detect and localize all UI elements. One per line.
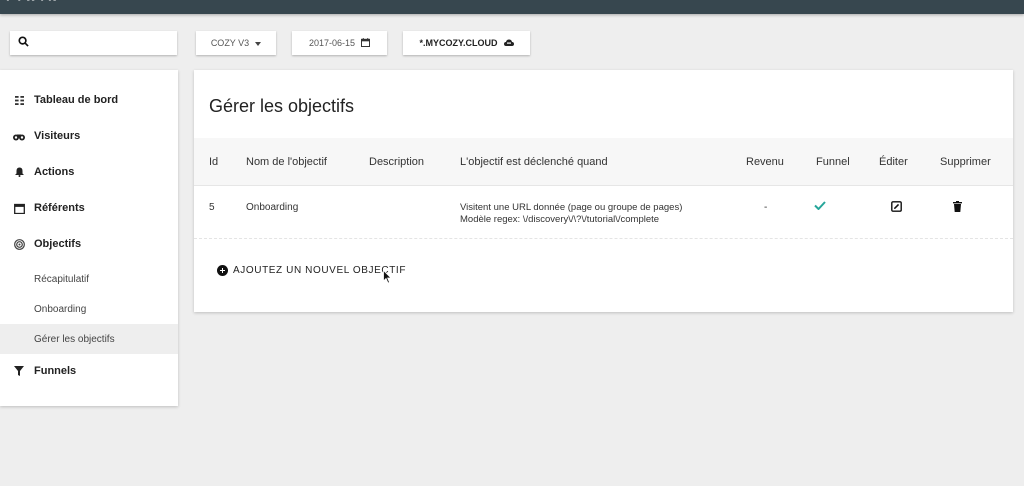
url-selector-label: *.MYCOZY.CLOUD xyxy=(419,38,498,48)
sidebar-item-label: Tableau de bord xyxy=(34,94,119,106)
sidebar-item-goals[interactable]: Objectifs xyxy=(0,229,178,259)
cloud-icon xyxy=(503,38,514,48)
check-icon xyxy=(814,201,826,213)
search-icon xyxy=(18,34,29,52)
add-circle-icon xyxy=(217,265,228,276)
edit-goal-button[interactable] xyxy=(891,201,902,215)
filter-icon xyxy=(13,365,25,377)
column-header-trigger[interactable]: L'objectif est déclenché quand xyxy=(460,156,608,168)
column-header-revenue[interactable]: Revenu xyxy=(746,156,784,168)
sidebar-item-visitors[interactable]: Visiteurs xyxy=(0,121,178,151)
column-header-delete: Supprimer xyxy=(940,156,991,168)
sidebar-item-label: Actions xyxy=(34,166,75,178)
add-goal-label: AJOUTEZ UN NOUVEL OBJECTIF xyxy=(233,265,407,276)
binoculars-icon xyxy=(13,130,25,142)
date-selector[interactable]: 2017-06-15 xyxy=(292,31,387,55)
dashboard-icon xyxy=(13,94,25,106)
calendar-icon xyxy=(360,37,371,49)
sidebar-subitem-manage-goals[interactable]: Gérer les objectifs xyxy=(0,324,178,354)
sidebar-item-label: Funnels xyxy=(34,365,77,377)
column-header-name[interactable]: Nom de l'objectif xyxy=(246,156,327,168)
app-logo[interactable]: ᴾᴵᵂᴵᴷ xyxy=(6,0,60,10)
sidebar-item-actions[interactable]: Actions xyxy=(0,157,178,187)
site-selector[interactable]: COZY V3 xyxy=(196,31,276,55)
site-selector-label: COZY V3 xyxy=(210,38,250,48)
delete-goal-button[interactable] xyxy=(953,201,962,215)
sidebar-subitem-summary[interactable]: Récapitulatif xyxy=(0,264,178,294)
search-input[interactable] xyxy=(35,37,165,49)
table-header: Id Nom de l'objectif Description L'objec… xyxy=(194,138,1013,186)
goals-card: Gérer les objectifs Id Nom de l'objectif… xyxy=(194,70,1013,312)
column-header-id[interactable]: Id xyxy=(209,156,218,168)
bell-icon xyxy=(13,166,25,178)
column-header-edit: Éditer xyxy=(879,156,908,168)
caret-down-icon xyxy=(255,38,262,48)
page-title: Gérer les objectifs xyxy=(209,96,355,116)
sidebar-item-funnels[interactable]: Funnels xyxy=(0,356,178,386)
column-header-description[interactable]: Description xyxy=(369,156,424,168)
goal-name: Onboarding xyxy=(246,202,299,213)
mouse-pointer-icon xyxy=(383,269,393,284)
goal-trigger-line2: Modèle regex: \/discovery\/\?\/tutorial\… xyxy=(460,214,660,225)
search-box[interactable] xyxy=(10,31,177,55)
add-goal-button[interactable]: AJOUTEZ UN NOUVEL OBJECTIF xyxy=(217,265,406,276)
goal-trigger-line1: Visitent une URL donnée (page ou groupe … xyxy=(460,202,683,213)
sidebar-item-referrers[interactable]: Référents xyxy=(0,193,178,223)
top-bar: ᴾᴵᵂᴵᴷ xyxy=(0,0,1024,14)
sidebar-subitem-label: Gérer les objectifs xyxy=(34,333,115,345)
trash-icon xyxy=(953,201,962,215)
goal-revenue: - xyxy=(764,202,768,213)
sidebar-subitem-label: Onboarding xyxy=(34,303,87,315)
sidebar-item-label: Visiteurs xyxy=(34,130,81,142)
sidebar-subitem-label: Récapitulatif xyxy=(34,273,90,285)
url-selector[interactable]: *.MYCOZY.CLOUD xyxy=(403,31,530,55)
target-icon xyxy=(13,238,25,250)
sidebar-subitem-onboarding[interactable]: Onboarding xyxy=(0,294,178,324)
table-row: 5 Onboarding Visitent une URL donnée (pa… xyxy=(194,187,1013,239)
sidebar-item-label: Objectifs xyxy=(34,238,82,250)
column-header-funnel[interactable]: Funnel xyxy=(816,156,850,168)
sidebar-item-label: Référents xyxy=(34,202,85,214)
edit-icon xyxy=(891,201,902,215)
sidebar: Tableau de bord Visiteurs Actions Référe… xyxy=(0,70,178,406)
date-selector-label: 2017-06-15 xyxy=(308,38,356,48)
goal-id: 5 xyxy=(209,202,215,213)
sidebar-item-dashboard[interactable]: Tableau de bord xyxy=(0,85,178,115)
calendar-icon xyxy=(13,202,25,214)
